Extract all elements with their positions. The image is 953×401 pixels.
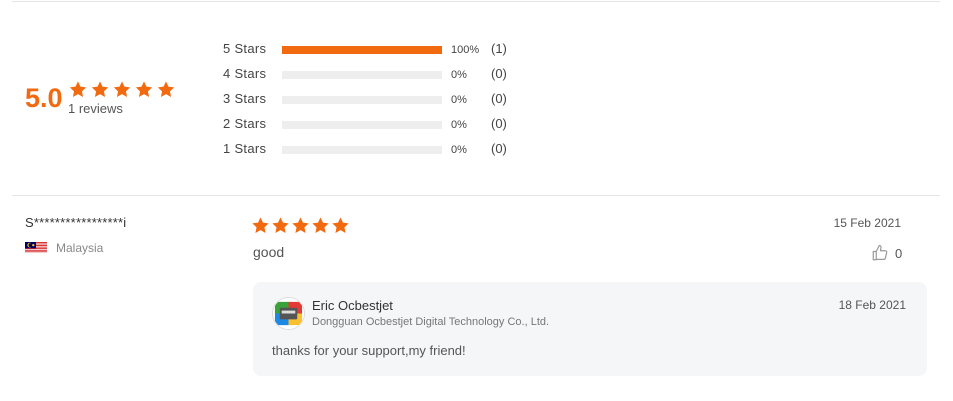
distribution-row[interactable]: 1 Stars 0% (0) [223,140,523,165]
distribution-row[interactable]: 3 Stars 0% (0) [223,90,523,115]
section-divider [12,195,940,196]
review-date: 15 Feb 2021 [833,216,901,230]
distribution-percent: 0% [451,144,467,156]
avatar [272,297,305,330]
distribution-label: 1 Stars [223,141,267,156]
distribution-bar [282,71,442,79]
reviews-count: 1 reviews [68,101,123,116]
distribution-bar [282,146,442,154]
seller-reply: Eric Ocbestjet Dongguan Ocbestjet Digita… [253,282,927,376]
average-score: 5.0 [25,83,63,113]
distribution-count: (0) [491,116,507,131]
star-icon [90,80,110,99]
distribution-bar [282,121,442,129]
review-stars [251,216,350,235]
reviewer-country: Malaysia [25,240,103,255]
distribution-count: (0) [491,141,507,156]
distribution-percent: 0% [451,94,467,106]
like-count: 0 [895,245,903,261]
review-text: good [253,244,285,260]
distribution-count: (0) [491,91,507,106]
distribution-label: 4 Stars [223,66,267,81]
star-icon [331,216,350,235]
malaysia-flag-icon [25,242,47,253]
like-button[interactable]: 0 [871,244,902,262]
star-icon [156,80,176,99]
reply-date: 18 Feb 2021 [838,298,906,312]
distribution-row[interactable]: 5 Stars 100% (1) [223,40,523,65]
distribution-row[interactable]: 4 Stars 0% (0) [223,65,523,90]
star-icon [134,80,154,99]
reply-author-name: Eric Ocbestjet [312,298,393,313]
country-name: Malaysia [56,240,104,255]
reviewer-name: S*****************i [25,215,127,230]
star-icon [68,80,88,99]
top-divider [12,1,940,2]
star-icon [291,216,310,235]
distribution-percent: 0% [451,69,467,81]
distribution-label: 3 Stars [223,91,267,106]
distribution-count: (1) [491,41,507,56]
thumbs-up-icon [872,244,888,261]
star-icon [251,216,270,235]
distribution-label: 5 Stars [223,41,267,56]
star-icon [311,216,330,235]
star-icon [271,216,290,235]
summary-stars [68,80,176,99]
distribution-row[interactable]: 2 Stars 0% (0) [223,115,523,140]
distribution-bar [282,96,442,104]
reply-text: thanks for your support,my friend! [272,343,466,358]
distribution-bar-fill [282,46,442,54]
distribution-label: 2 Stars [223,116,267,131]
star-icon [112,80,132,99]
rating-distribution: 5 Stars 100% (1) 4 Stars 0% (0) 3 Stars … [223,40,523,165]
distribution-percent: 0% [451,119,467,131]
distribution-percent: 100% [451,44,480,56]
reply-company: Dongguan Ocbestjet Digital Technology Co… [312,316,550,328]
distribution-count: (0) [491,66,507,81]
distribution-bar [282,46,442,54]
